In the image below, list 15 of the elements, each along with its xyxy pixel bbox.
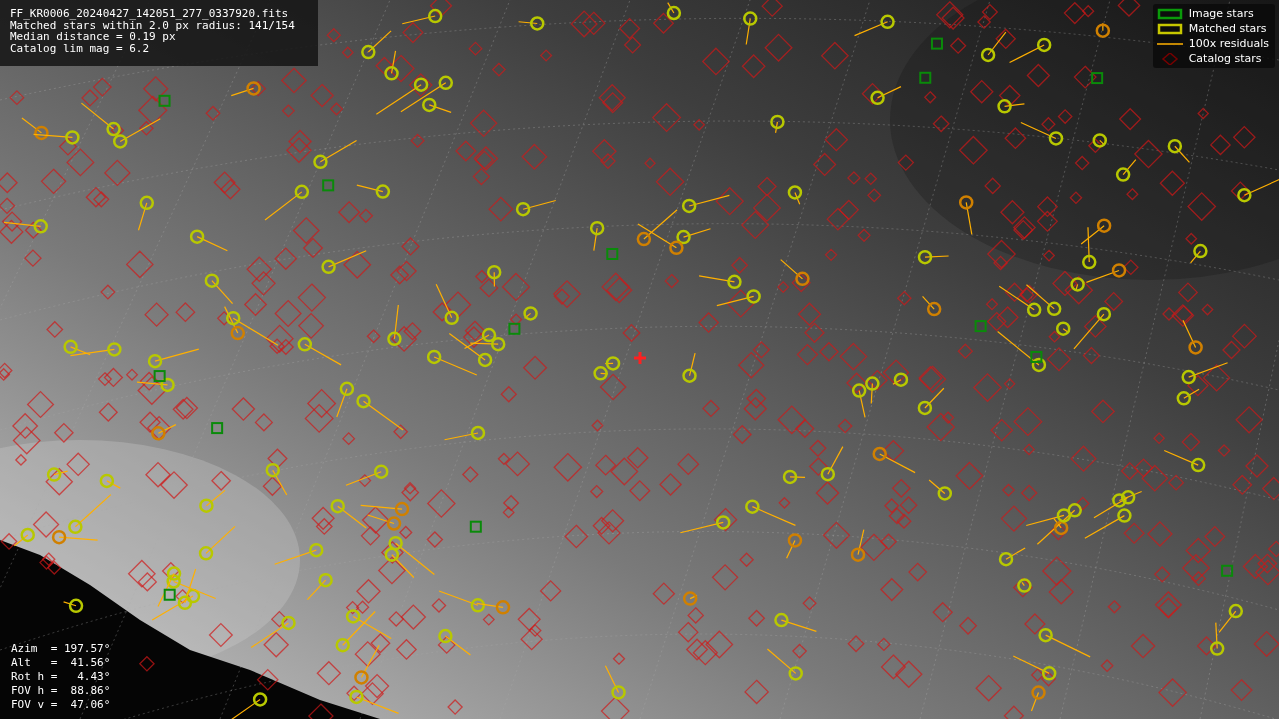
pointing-text: Alt = 41.56° (11, 656, 111, 670)
rectangle-icon (1156, 7, 1183, 20)
legend-label: 100x residuals (1188, 37, 1269, 50)
pointing-text: FOV h = 88.86° (11, 684, 111, 698)
info-text: FF_KR0006_20240427_142051_277_0337920.fits (10, 8, 290, 20)
legend-label: Matched stars (1188, 22, 1267, 35)
pointing-text: Azim = 197.57° (11, 642, 111, 656)
pointing-text: Rot h = 4.43° (11, 670, 111, 684)
info-text: Median distance = 0.19 px (10, 31, 176, 43)
legend-label: Catalog stars (1188, 52, 1262, 65)
info-text: Catalog lim mag = 6.2 (10, 42, 151, 54)
rectangle-icon (1156, 22, 1183, 35)
info-text: Matched stars within 2.0 px radius: 141/154 (10, 19, 296, 31)
pointing-text: FOV v = 47.06° (11, 698, 111, 712)
legend-label: Image stars (1188, 7, 1254, 20)
